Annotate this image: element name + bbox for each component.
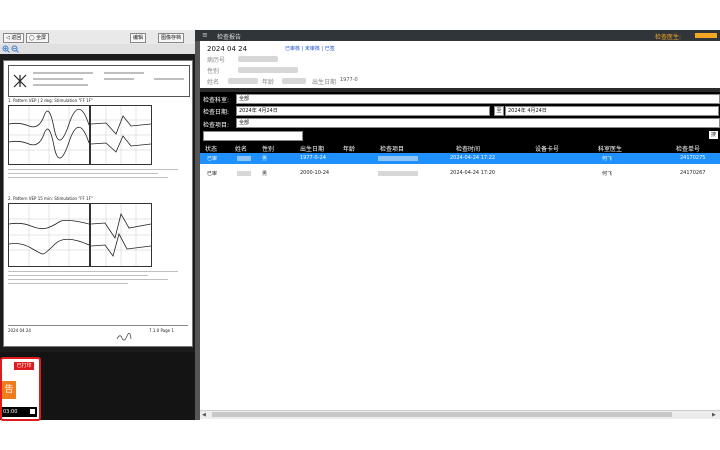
th-doctor[interactable]: 科室医生 [598, 144, 622, 153]
exam-value-redacted [238, 67, 298, 73]
label-age: 年龄 [262, 79, 275, 86]
th-status[interactable]: 状态 [205, 144, 217, 153]
date-label: 检查日期: [203, 109, 230, 116]
filter-panel: 检查科室: 全部 检查日期: 2024年 4月24日 至 2024年 4月24日… [200, 92, 720, 142]
search-button[interactable]: 搜 [709, 131, 718, 139]
name-value-redacted [228, 78, 258, 84]
table-row[interactable]: 已审 男 2000-10-24 2024-04-24 17:20 何飞 2417… [200, 168, 720, 179]
table-body [200, 153, 720, 408]
id-value-redacted [238, 56, 278, 62]
waveform-graph [8, 203, 90, 267]
logo-icon [13, 74, 27, 88]
menu-icon[interactable]: ≡ [202, 31, 208, 39]
scrollbar-thumb[interactable] [212, 412, 672, 417]
th-exam-item[interactable]: 检查项目 [380, 144, 404, 153]
printed-tag: 已打印 [14, 362, 34, 370]
zoom-out-icon[interactable] [11, 45, 19, 53]
scroll-left-icon[interactable]: ◀ [202, 412, 206, 418]
table-row[interactable]: 已审 男 1977-0-24 2024-04-24 17:22 何飞 24170… [200, 153, 720, 164]
cell-sex: 男 [262, 156, 268, 162]
thumbnail-checkbox[interactable] [30, 409, 35, 414]
back-button[interactable]: ◁ 返回 [3, 33, 25, 43]
label-name: 姓名 [207, 79, 220, 86]
report-thumbnail[interactable]: 已打印 告 03:00 [0, 357, 41, 421]
waveform-graph [8, 105, 90, 165]
label-dob: 出生日期 [312, 79, 337, 86]
fullscreen-button[interactable]: ◯ 全屏 [26, 33, 50, 43]
report-section1-title: 1. Pattern VEP | 2 deg: Stimulation "FF … [8, 98, 93, 103]
status-legend: 已审核 | 未审核 | 已签 [285, 46, 335, 52]
dept-label: 检查科室: [203, 97, 230, 104]
cell-time: 2024-04-24 17:22 [450, 155, 496, 161]
app-title-bar: ≡ 检查报告 检查医生: [195, 30, 720, 41]
date-to-field[interactable]: 2024年 4月24日 [505, 106, 719, 116]
report-section2-title: 2. Pattern VEP 15 min: Stimulation "FF 1… [8, 196, 93, 201]
scroll-right-icon[interactable]: ▶ [712, 412, 716, 418]
cell-dob: 2000-10-24 [300, 170, 330, 176]
waveform-graph [90, 203, 152, 267]
report-date: 2024 04 24 [207, 45, 248, 53]
cell-dob: 1977-0-24 [300, 155, 326, 161]
th-exam-time[interactable]: 检查时间 [456, 144, 480, 153]
footer-divider [8, 325, 188, 326]
cell-name-redacted [237, 156, 251, 161]
th-dob[interactable]: 出生日期 [300, 144, 324, 153]
calendar-icon[interactable]: 至 [494, 106, 504, 116]
signature [116, 333, 132, 341]
edit-button[interactable]: 编辑 [130, 33, 147, 43]
th-device-no[interactable]: 设备卡号 [535, 144, 559, 153]
report-footer-date: 2024 04 24 [8, 328, 31, 333]
cell-sex: 男 [262, 171, 268, 177]
cell-order: 24170275 [680, 155, 706, 161]
cell-item-redacted [378, 156, 418, 161]
item-label: 检查项目: [203, 122, 230, 129]
age-value-redacted [282, 78, 306, 84]
cell-status: 已审 [207, 156, 218, 162]
dept-select[interactable]: 全部 [236, 94, 720, 104]
search-input[interactable] [203, 131, 303, 141]
th-name[interactable]: 姓名 [235, 144, 247, 153]
date-from-field[interactable]: 2024年 4月24日 [236, 106, 490, 116]
item-select[interactable]: 全部 [236, 118, 720, 128]
label-id: 病历号 [207, 57, 226, 64]
viewer-toolbar: ◁ 返回 ◯ 全屏 编辑 图像存档 [0, 30, 195, 45]
zoom-row [0, 44, 195, 54]
th-sex[interactable]: 性别 [262, 144, 274, 153]
zoom-in-icon[interactable] [2, 45, 10, 53]
thumbnail-char: 告 [2, 381, 16, 399]
app-title: 检查报告 [217, 34, 242, 41]
report-footer-page: 7.1.0 Page 1 [149, 328, 174, 333]
waveform-graph [90, 105, 152, 165]
cell-item-redacted [378, 171, 418, 176]
report-page: 1. Pattern VEP | 2 deg: Stimulation "FF … [3, 60, 193, 347]
dob-value: 1977-0 [340, 77, 358, 83]
cell-name-redacted [237, 171, 251, 176]
cell-doctor: 何飞 [602, 171, 613, 177]
patient-info-panel: 2024 04 24 已审核 | 未审核 | 已签 病历号 性别 姓名 年龄 出… [200, 41, 720, 89]
report-header [8, 65, 190, 97]
th-order-no[interactable]: 检查单号 [676, 144, 700, 153]
table-header: 状态 姓名 性别 出生日期 年龄 检查项目 检查时间 设备卡号 科室医生 检查单… [200, 142, 720, 153]
cell-order: 24170267 [680, 170, 706, 176]
archive-button[interactable]: 图像存档 [158, 33, 185, 43]
label-sex: 性别 [207, 68, 220, 75]
horizontal-scrollbar[interactable]: ◀ ▶ [200, 410, 720, 419]
doctor-name-redacted [695, 33, 717, 38]
th-age[interactable]: 年龄 [343, 144, 355, 153]
cell-time: 2024-04-24 17:20 [450, 170, 496, 176]
cell-doctor: 何飞 [602, 156, 613, 162]
cell-status: 已审 [207, 171, 218, 177]
doctor-label: 检查医生: [655, 34, 682, 41]
